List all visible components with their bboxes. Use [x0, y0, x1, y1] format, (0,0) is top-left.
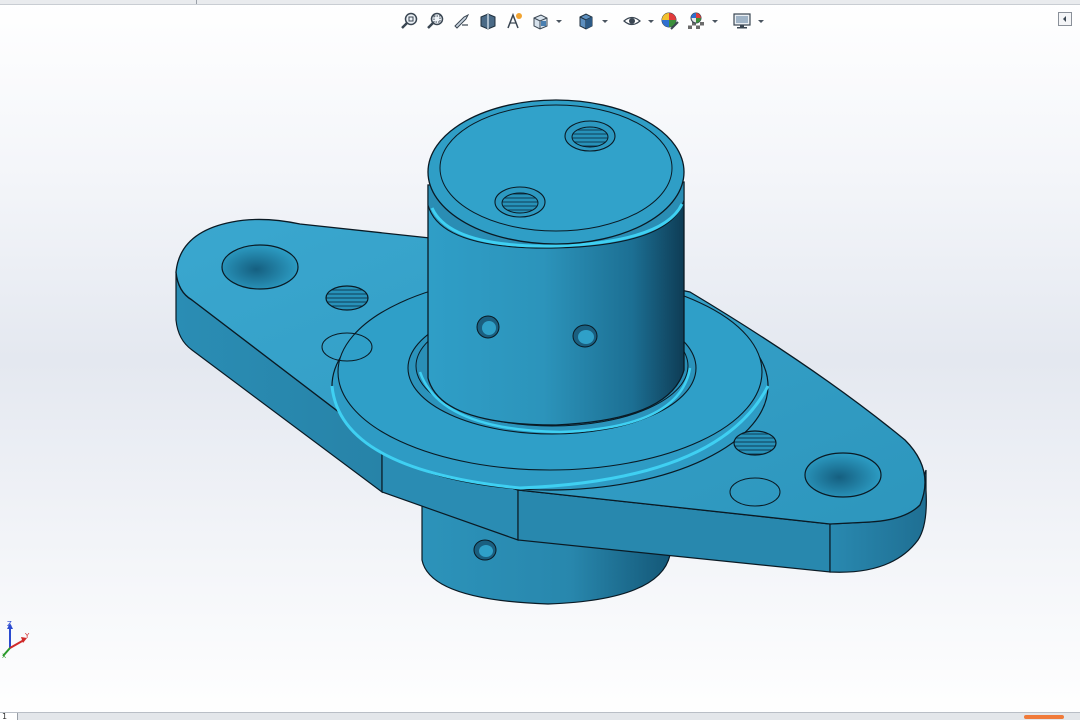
- 3d-part-model[interactable]: [0, 0, 1080, 720]
- reference-triad: Z Y X: [2, 620, 30, 658]
- bottom-status-strip: 1: [0, 712, 1080, 720]
- bottom-indicator: [1024, 715, 1064, 719]
- bottom-tab[interactable]: 1: [0, 713, 18, 720]
- triad-y-label: Y: [24, 632, 30, 640]
- triad-x-label: X: [2, 653, 6, 658]
- triad-z-label: Z: [7, 620, 12, 628]
- graphics-viewport[interactable]: Z Y X 1: [0, 0, 1080, 720]
